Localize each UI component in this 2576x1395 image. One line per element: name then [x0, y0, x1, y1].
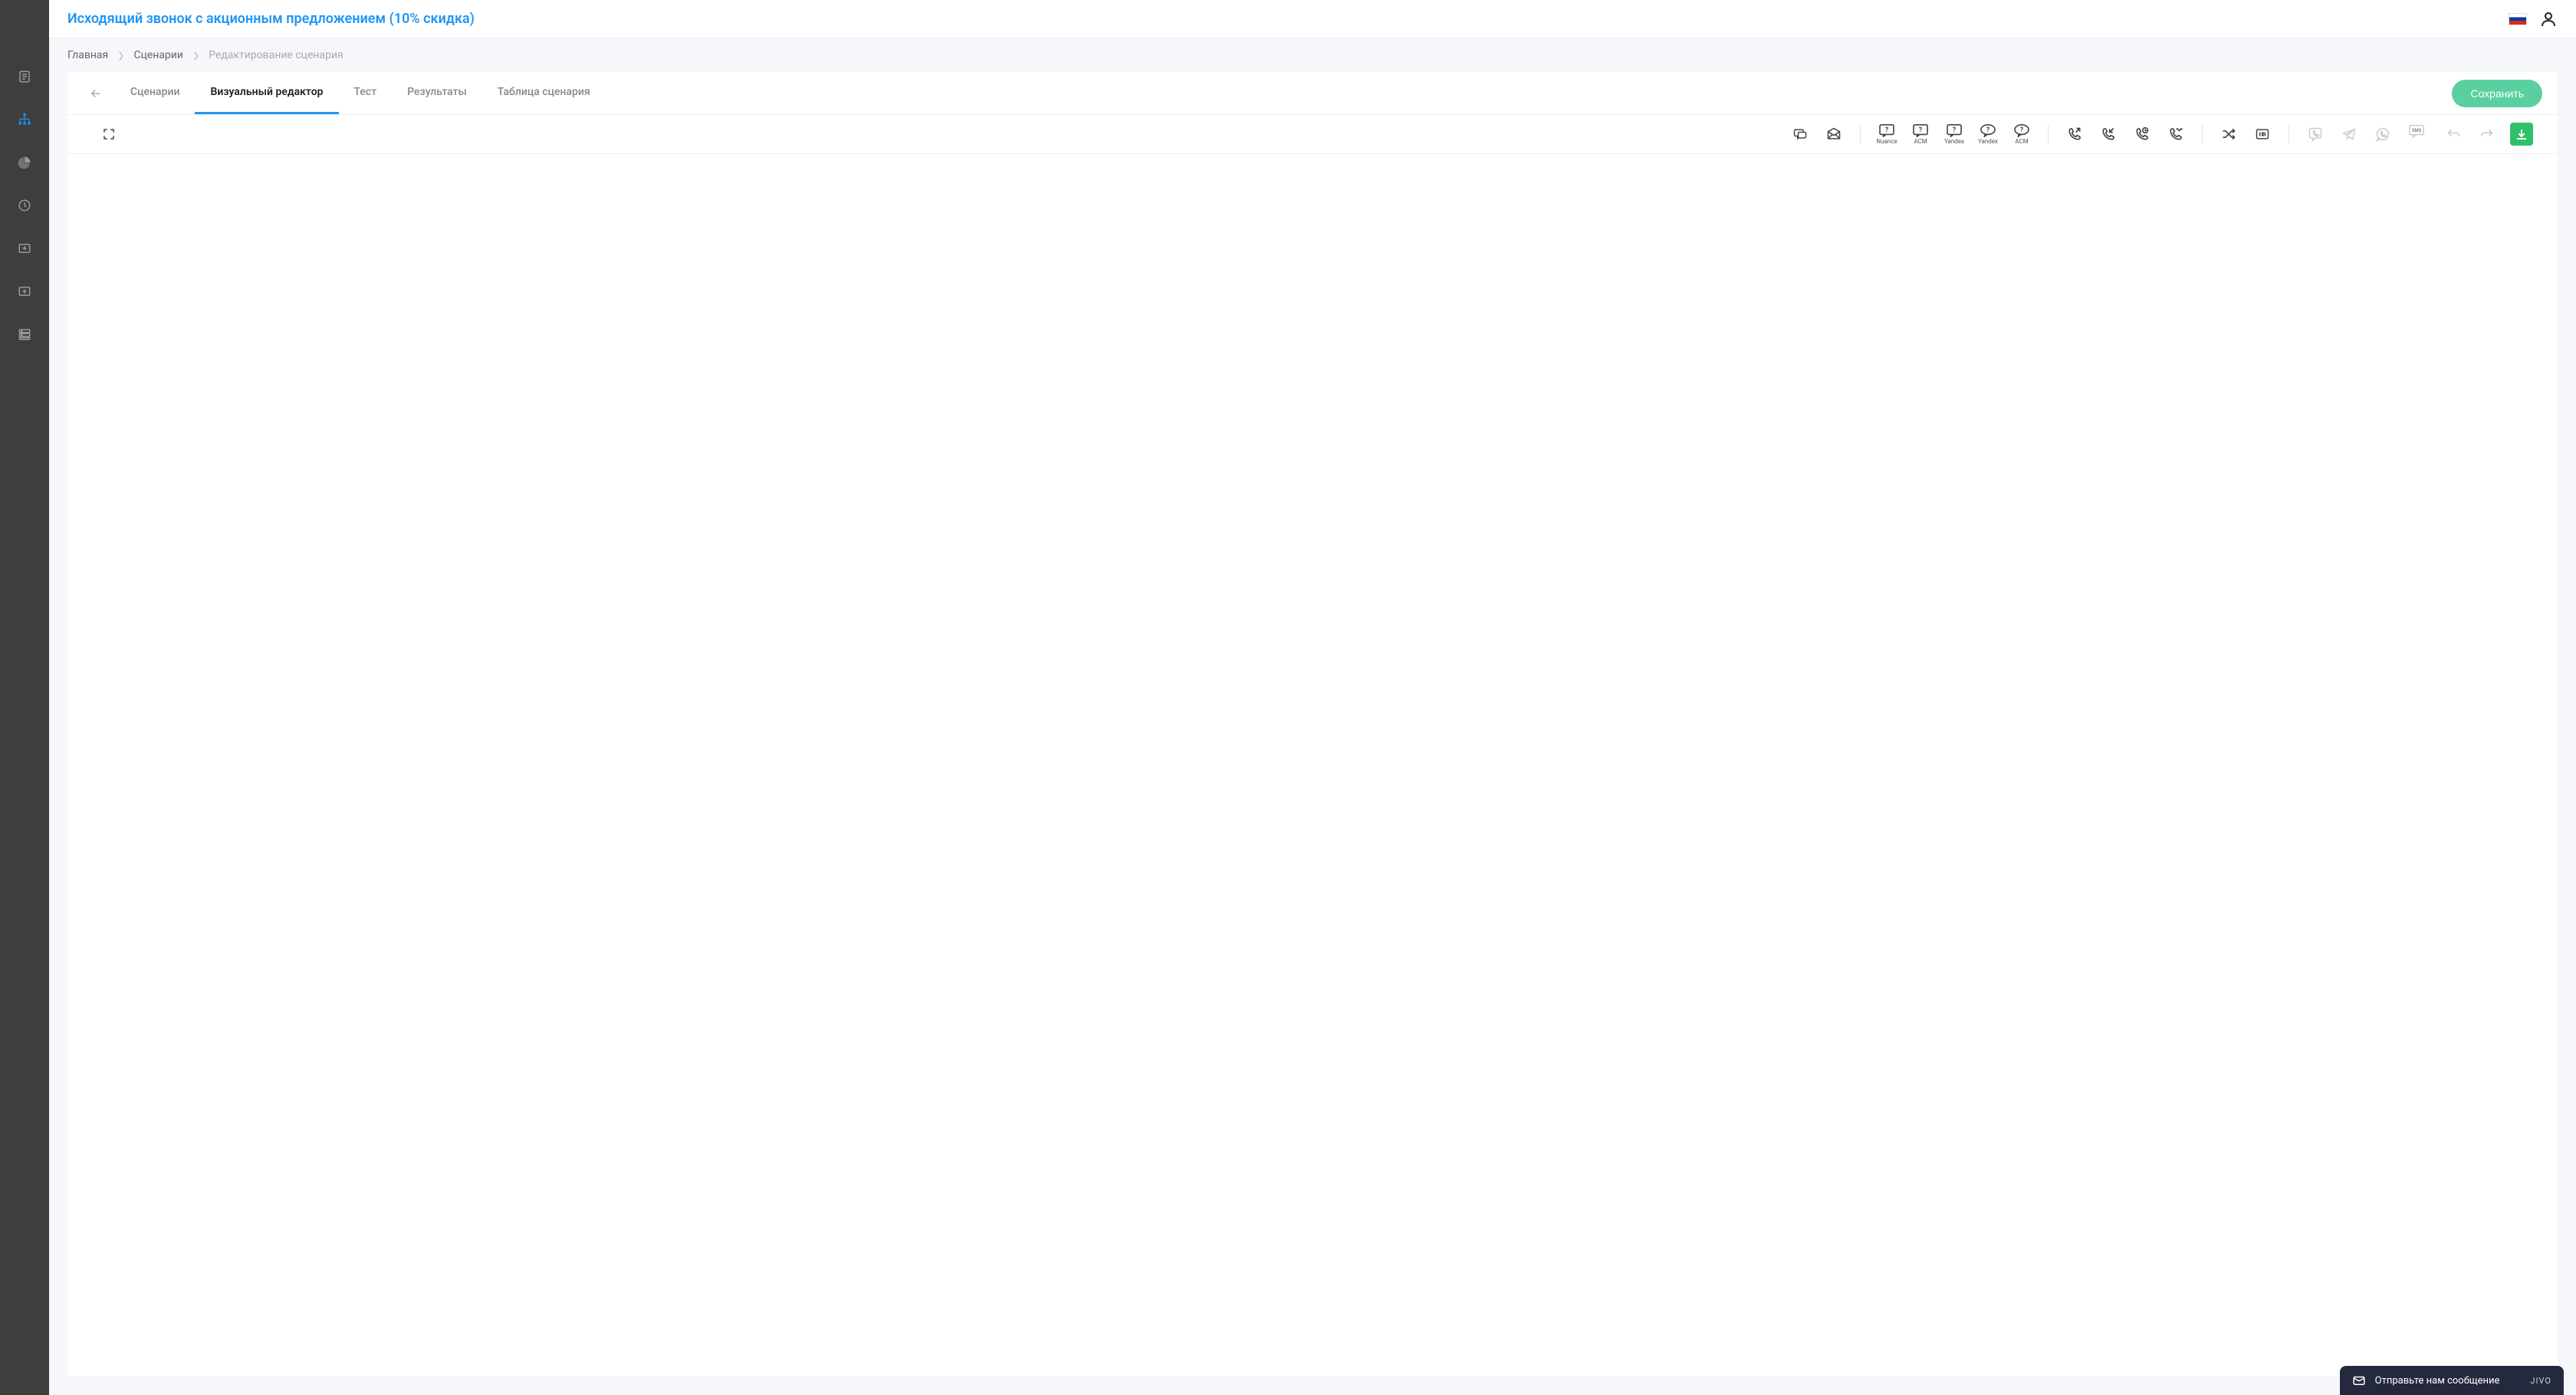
tab-scenario-table[interactable]: Таблица сценария — [482, 72, 606, 114]
breadcrumb-current: Редактирование сценария — [209, 49, 343, 61]
tool-asr-acm-bubble[interactable]: ? ACM — [2011, 123, 2032, 145]
back-button[interactable] — [83, 77, 109, 110]
tool-call-in[interactable] — [2098, 126, 2119, 142]
breadcrumb: Главная ❯ Сценарии ❯ Редактирование сцен… — [49, 38, 2576, 72]
sidebar-item-inbox[interactable] — [17, 241, 32, 256]
page-title: Исходящий звонок с акционным предложение… — [67, 11, 2509, 27]
toolbar: ? Nuance ? ACM ? Yandex ? Yandex — [67, 115, 2558, 154]
breadcrumb-home[interactable]: Главная — [67, 49, 108, 61]
tab-results[interactable]: Результаты — [392, 72, 482, 114]
chat-message: Отправьте нам сообщение — [2375, 1375, 2500, 1387]
tool-shuffle[interactable] — [2218, 126, 2239, 142]
tool-asr-yandex-bubble[interactable]: ? Yandex — [1977, 123, 1999, 145]
tool-viber[interactable] — [2305, 126, 2326, 142]
tab-scenarios[interactable]: Сценарии — [115, 72, 195, 114]
chat-brand: JIVO — [2530, 1376, 2551, 1386]
header: Исходящий звонок с акционным предложение… — [49, 0, 2576, 38]
fullscreen-button[interactable] — [98, 127, 120, 141]
chevron-right-icon: ❯ — [192, 51, 199, 61]
redo-button[interactable] — [2476, 126, 2498, 142]
breadcrumb-scenarios[interactable]: Сценарии — [133, 49, 183, 61]
tool-call-out[interactable] — [2064, 126, 2085, 142]
svg-text:?: ? — [2020, 126, 2024, 134]
tool-whatsapp[interactable] — [2372, 126, 2394, 142]
tool-mail[interactable] — [1823, 126, 1845, 142]
tool-variable[interactable] — [2252, 126, 2273, 142]
sidebar-item-outbox[interactable] — [17, 284, 32, 299]
download-button[interactable] — [2510, 123, 2533, 146]
tab-visual-editor[interactable]: Визуальный редактор — [195, 72, 338, 114]
sidebar-item-stats[interactable] — [17, 155, 32, 170]
svg-text:?: ? — [1919, 126, 1923, 134]
chevron-right-icon: ❯ — [117, 51, 124, 61]
tab-test[interactable]: Тест — [339, 72, 393, 114]
tool-asr-yandex-box[interactable]: ? Yandex — [1944, 123, 1965, 145]
svg-text:?: ? — [1986, 126, 1990, 134]
tool-telegram[interactable] — [2338, 126, 2360, 142]
sidebar-item-flow[interactable] — [17, 112, 32, 127]
mail-icon — [2352, 1374, 2366, 1387]
language-flag-ru[interactable] — [2509, 13, 2527, 25]
tool-chat[interactable] — [1789, 126, 1811, 142]
sidebar — [0, 0, 49, 1395]
tool-sms[interactable]: SMS — [2406, 123, 2427, 145]
save-button[interactable]: Сохранить — [2452, 80, 2542, 107]
chat-widget[interactable]: Отправьте нам сообщение JIVO — [2340, 1366, 2564, 1395]
tool-call-timer[interactable] — [2131, 126, 2153, 142]
svg-text:?: ? — [1885, 126, 1889, 134]
sidebar-item-timer[interactable] — [17, 198, 32, 213]
sidebar-item-servers[interactable] — [17, 327, 32, 342]
editor-canvas[interactable] — [67, 154, 2558, 1377]
svg-text:?: ? — [1953, 126, 1957, 134]
tool-asr-acm[interactable]: ? ACM — [1910, 123, 1931, 145]
user-menu[interactable] — [2539, 10, 2558, 28]
tool-asr-nuance[interactable]: ? Nuance — [1876, 123, 1898, 145]
undo-button[interactable] — [2443, 126, 2464, 142]
content-panel: Сценарии Визуальный редактор Тест Резуль… — [67, 72, 2558, 1377]
tool-call-wave[interactable] — [2165, 126, 2187, 142]
sidebar-item-docs[interactable] — [17, 69, 32, 84]
